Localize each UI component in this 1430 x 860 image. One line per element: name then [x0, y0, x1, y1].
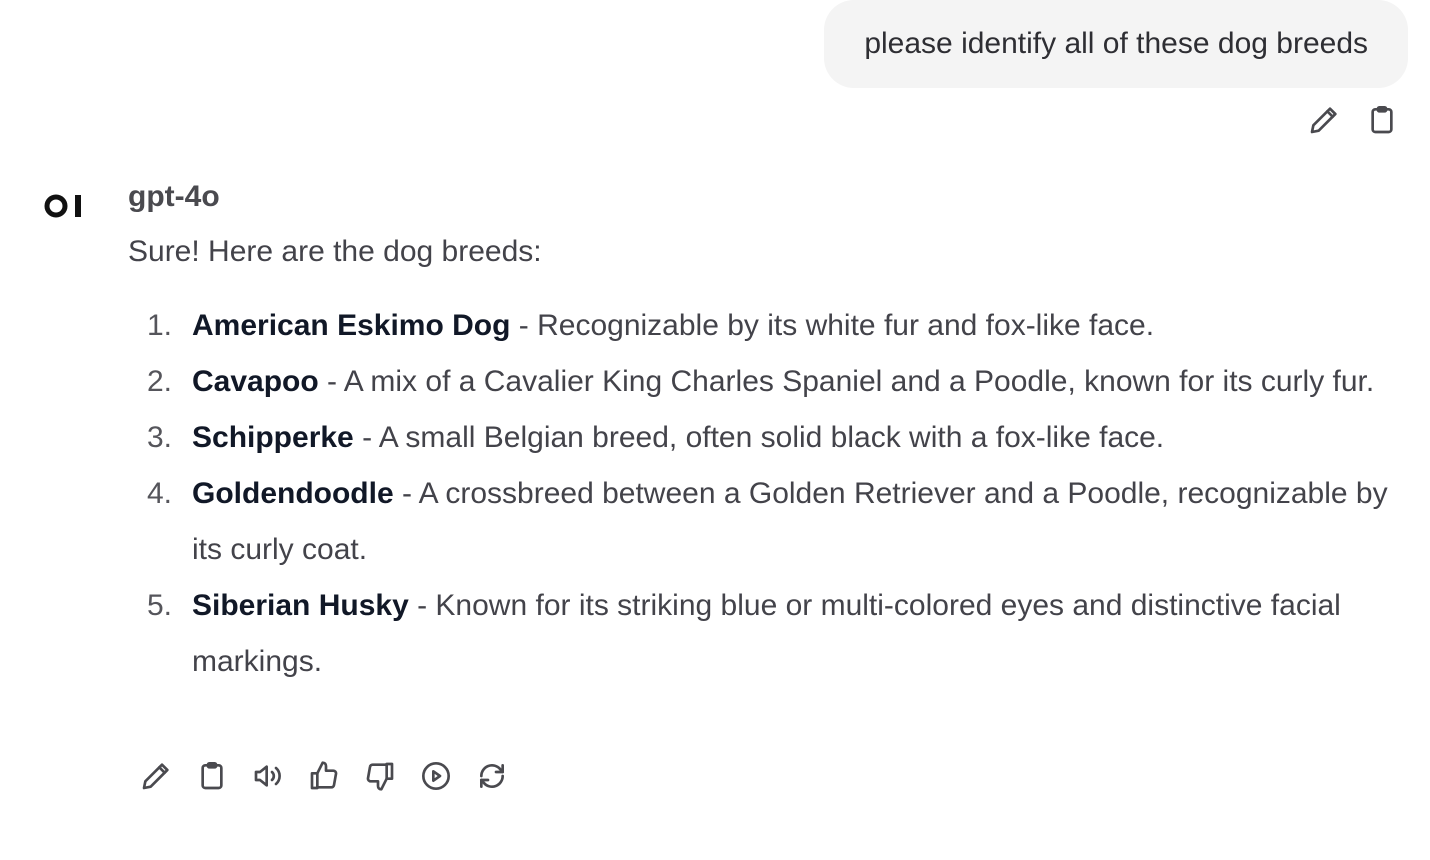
breed-name: American Eskimo Dog — [192, 309, 511, 342]
user-message-actions — [1308, 104, 1398, 136]
breed-name: Schipperke — [192, 421, 354, 454]
regenerate-icon[interactable] — [476, 760, 508, 792]
breed-description: - Recognizable by its white fur and fox-… — [510, 309, 1155, 342]
assistant-message: Sure! Here are the dog breeds: 1. Americ… — [128, 228, 1418, 690]
list-number: 2. — [146, 365, 172, 398]
breed-name: Goldendoodle — [192, 477, 394, 510]
breed-name: Siberian Husky — [192, 589, 409, 622]
list-number: 1. — [146, 309, 172, 342]
edit-icon[interactable] — [140, 760, 172, 792]
user-message-text: please identify all of these dog breeds — [864, 27, 1368, 60]
list-number: 3. — [146, 421, 172, 454]
copy-icon[interactable] — [1366, 104, 1398, 136]
copy-icon[interactable] — [196, 760, 228, 792]
list-item: 5. Siberian Husky - Known for its striki… — [128, 578, 1418, 690]
edit-icon[interactable] — [1308, 104, 1340, 136]
thumbs-up-icon[interactable] — [308, 760, 340, 792]
list-number: 4. — [146, 477, 172, 510]
thumbs-down-icon[interactable] — [364, 760, 396, 792]
breed-description: - A small Belgian breed, often solid bla… — [353, 421, 1165, 454]
list-item: 1. American Eskimo Dog - Recognizable by… — [128, 298, 1418, 354]
breed-description: - A mix of a Cavalier King Charles Spani… — [318, 365, 1375, 398]
read-aloud-icon[interactable] — [252, 760, 284, 792]
play-icon[interactable] — [420, 760, 452, 792]
list-item: 2. Cavapoo - A mix of a Cavalier King Ch… — [128, 354, 1418, 410]
model-name: gpt-4o — [128, 180, 220, 213]
user-message-bubble: please identify all of these dog breeds — [824, 0, 1408, 88]
assistant-intro: Sure! Here are the dog breeds: — [128, 235, 542, 268]
list-item: 3. Schipperke - A small Belgian breed, o… — [128, 410, 1418, 466]
assistant-message-actions — [140, 760, 508, 792]
breed-list: 1. American Eskimo Dog - Recognizable by… — [128, 298, 1418, 690]
list-number: 5. — [146, 589, 172, 622]
openwebui-logo-icon — [44, 194, 81, 218]
breed-name: Cavapoo — [192, 365, 319, 398]
list-item: 4. Goldendoodle - A crossbreed between a… — [128, 466, 1418, 578]
